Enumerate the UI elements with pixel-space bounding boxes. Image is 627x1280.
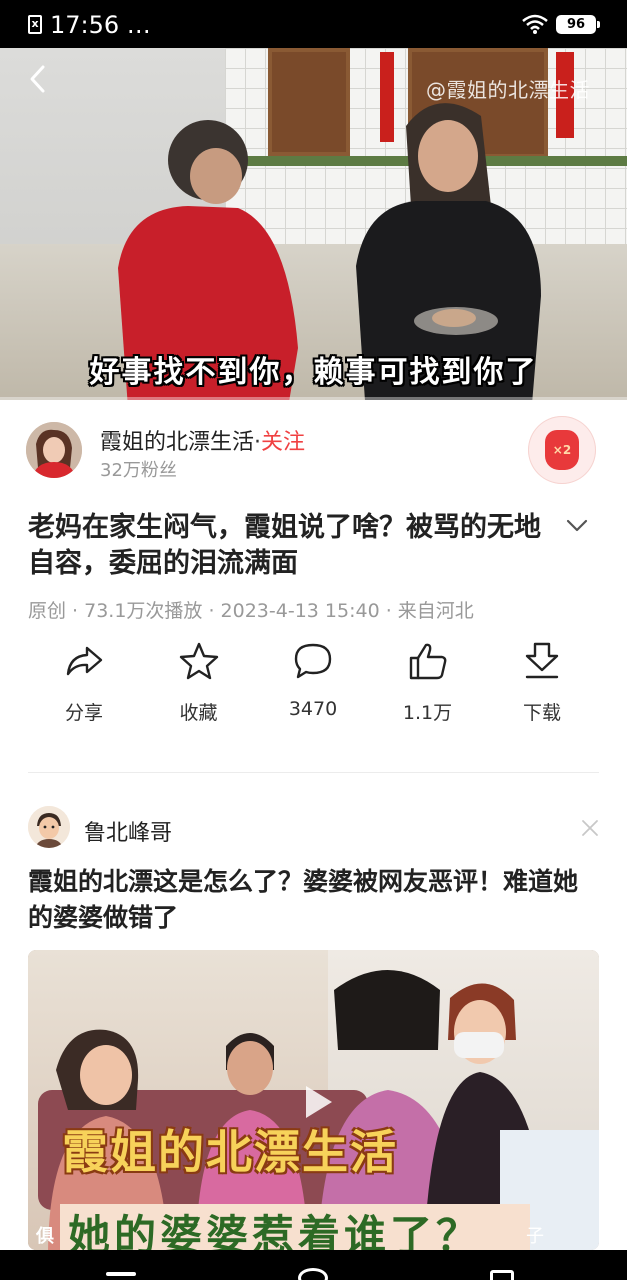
nav-home-icon[interactable]: [298, 1268, 328, 1280]
comment-count: 3470: [288, 698, 338, 720]
author-name-row: 霞姐的北漂生活·关注: [100, 424, 305, 456]
feed-author-name[interactable]: 鲁北峰哥: [84, 815, 172, 847]
video-title: 老妈在家生闷气，霞姐说了啥？被骂的无地自容，委屈的泪流满面: [28, 512, 541, 579]
download-button[interactable]: 下载: [486, 640, 598, 726]
video-watermark: @霞姐的北漂生活: [426, 78, 590, 102]
status-bar: x 17:56 … 96: [0, 0, 627, 48]
download-icon: [525, 642, 559, 679]
close-icon[interactable]: [580, 818, 600, 838]
favorite-label: 收藏: [179, 702, 218, 724]
like-count: 1.1万: [402, 702, 453, 724]
status-time: 17:56 …: [50, 11, 151, 39]
reward-multiplier: ×2: [552, 443, 572, 457]
red-envelope-reward-icon[interactable]: ×2: [528, 416, 596, 484]
follow-button[interactable]: 关注: [261, 430, 305, 455]
share-label: 分享: [64, 702, 103, 724]
comment-icon: [294, 643, 332, 679]
feed-author-avatar[interactable]: [28, 806, 70, 848]
author-separator: ·: [254, 430, 262, 455]
author-fans-count: 32万粉丝: [100, 460, 177, 481]
favorite-button[interactable]: 收藏: [143, 640, 255, 726]
action-bar: 分享 收藏 3470 1.1万 下载: [28, 640, 598, 726]
section-divider: [28, 772, 599, 773]
feed-video-thumbnail[interactable]: 霞姐的北漂生活 她的婆婆惹着谁了？ 俱 子: [28, 950, 599, 1250]
thumbnail-corner-text-right: 子: [526, 1226, 544, 1247]
thumbs-up-icon: [409, 643, 446, 680]
thumbnail-caption-bottom: 她的婆婆惹着谁了？: [68, 1211, 483, 1250]
download-label: 下载: [522, 702, 561, 724]
video-player[interactable]: @霞姐的北漂生活 好事找不到你，赖事可找到你了: [0, 48, 627, 400]
wifi-icon: [522, 14, 548, 34]
battery-icon: 96: [556, 15, 600, 34]
share-icon: [66, 646, 103, 676]
nav-recents-icon[interactable]: [490, 1270, 514, 1280]
thumbnail-corner-text-left: 俱: [36, 1226, 54, 1247]
sim-card-icon: x: [28, 15, 42, 34]
video-meta: 原创 · 73.1万次播放 · 2023-4-13 15:40 · 来自河北: [28, 600, 474, 622]
author-avatar-image: [26, 422, 82, 478]
share-button[interactable]: 分享: [28, 640, 140, 726]
system-nav-bar: [0, 1250, 627, 1280]
author-name[interactable]: 霞姐的北漂生活: [100, 430, 254, 455]
star-icon: [179, 642, 218, 680]
feed-title[interactable]: 霞姐的北漂这是怎么了？婆婆被网友恶评！难道她的婆婆做错了: [28, 864, 600, 936]
comment-button[interactable]: 3470: [257, 640, 369, 726]
red-envelope-shape: ×2: [545, 430, 579, 470]
like-button[interactable]: 1.1万: [372, 640, 484, 726]
video-subtitle: 好事找不到你，赖事可找到你了: [89, 355, 538, 390]
back-arrow-icon[interactable]: [26, 64, 50, 94]
feed-author-avatar-image: [28, 806, 70, 848]
thumbnail-caption-top: 霞姐的北漂生活: [62, 1125, 398, 1179]
author-avatar[interactable]: [26, 422, 82, 478]
nav-back-icon[interactable]: [106, 1272, 136, 1276]
video-progress-bar[interactable]: [0, 397, 627, 400]
chevron-down-icon[interactable]: [566, 518, 588, 534]
